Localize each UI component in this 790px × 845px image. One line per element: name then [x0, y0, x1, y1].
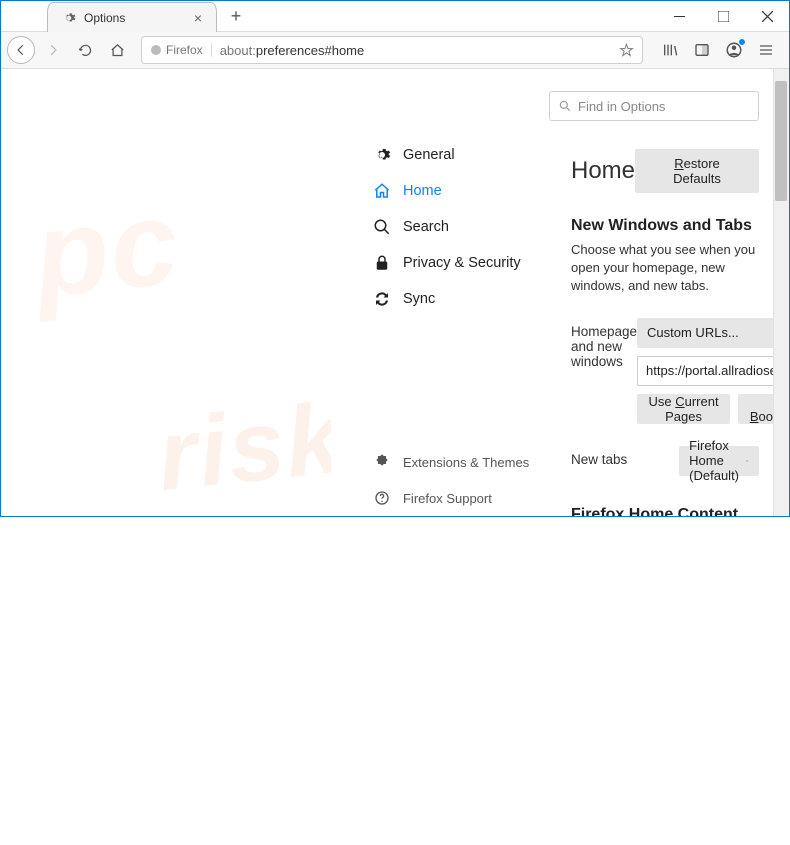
home-icon: [373, 182, 391, 200]
chevron-down-icon: [745, 456, 749, 466]
search-icon: [373, 218, 391, 236]
browser-tab[interactable]: Options ×: [47, 2, 217, 32]
toolbar-right: [653, 39, 783, 61]
sidebar-item-privacy[interactable]: Privacy & Security: [331, 245, 541, 281]
sidebar-item-general[interactable]: General: [331, 137, 541, 173]
section-heading-new-windows: New Windows and Tabs: [571, 217, 759, 235]
sidebar-item-support[interactable]: Firefox Support: [331, 480, 541, 516]
identity-label: Firefox: [166, 43, 203, 57]
search-icon: [558, 99, 572, 113]
close-window-button[interactable]: [745, 1, 789, 31]
sidebar-item-extensions[interactable]: Extensions & Themes: [331, 444, 541, 480]
homepage-url-input[interactable]: [637, 356, 789, 386]
sidebar-item-label: Sync: [403, 291, 435, 307]
new-tab-button[interactable]: +: [223, 3, 249, 29]
preferences-sidebar: General Home Search Privacy & Security: [331, 69, 541, 516]
sidebar-item-label: Home: [403, 183, 442, 199]
lock-icon: [373, 254, 391, 272]
page-title: Home: [571, 157, 635, 185]
sidebar-item-label: Extensions & Themes: [403, 455, 529, 470]
sidebar-icon[interactable]: [691, 39, 713, 61]
find-in-options-input[interactable]: Find in Options: [549, 91, 759, 121]
url-text: about:preferences#home: [220, 43, 619, 58]
tab-label: Options: [84, 11, 190, 25]
minimize-button[interactable]: [657, 1, 701, 31]
homepage-label: Homepage and new windows: [571, 318, 637, 369]
page-header: Home Restore Defaults: [571, 149, 759, 193]
sync-icon: [373, 290, 391, 308]
nav-toolbar: Firefox about:preferences#home: [1, 31, 789, 69]
use-current-pages-button[interactable]: Use Current Pages: [637, 394, 730, 424]
newtabs-label: New tabs: [571, 446, 679, 467]
homepage-dropdown[interactable]: Custom URLs...: [637, 318, 789, 348]
dropdown-value: Custom URLs...: [647, 325, 739, 340]
sidebar-item-label: Search: [403, 219, 449, 235]
puzzle-icon: [373, 453, 391, 471]
home-button[interactable]: [103, 36, 131, 64]
gear-icon: [373, 146, 391, 164]
section-heading-home-content: Firefox Home Content: [571, 506, 759, 516]
firefox-window: Options × +: [0, 0, 790, 517]
main-panel: Find in Options Home Restore Defaults Ne…: [541, 69, 789, 516]
sidebar-item-home[interactable]: Home: [331, 173, 541, 209]
scrollbar-thumb[interactable]: [775, 81, 787, 201]
menu-icon[interactable]: [755, 39, 777, 61]
maximize-button[interactable]: [701, 1, 745, 31]
forward-button[interactable]: [39, 36, 67, 64]
newtabs-dropdown[interactable]: Firefox Home (Default): [679, 446, 759, 476]
sidebar-item-search[interactable]: Search: [331, 209, 541, 245]
close-tab-button[interactable]: ×: [190, 10, 206, 26]
newtabs-row: New tabs Firefox Home (Default): [571, 446, 759, 476]
identity-box[interactable]: Firefox: [150, 43, 212, 57]
reload-button[interactable]: [71, 36, 99, 64]
sidebar-item-sync[interactable]: Sync: [331, 281, 541, 317]
back-button[interactable]: [7, 36, 35, 64]
url-bar[interactable]: Firefox about:preferences#home: [141, 36, 643, 64]
sidebar-item-label: Privacy & Security: [403, 255, 521, 271]
find-placeholder: Find in Options: [578, 99, 665, 114]
dropdown-value: Firefox Home (Default): [689, 438, 745, 483]
homepage-row: Homepage and new windows Custom URLs... …: [571, 318, 759, 424]
help-icon: [373, 489, 391, 507]
sidebar-item-label: Firefox Support: [403, 491, 492, 506]
window-controls: [657, 1, 789, 31]
firefox-logo-icon: [150, 44, 162, 56]
library-icon[interactable]: [659, 39, 681, 61]
scrollbar[interactable]: [773, 69, 789, 516]
bookmark-star-icon[interactable]: [619, 43, 634, 58]
sidebar-footer: Extensions & Themes Firefox Support: [331, 444, 541, 516]
titlebar: Options × +: [1, 1, 789, 31]
gear-icon: [62, 11, 76, 25]
sidebar-item-label: General: [403, 147, 455, 163]
section-desc-new-windows: Choose what you see when you open your h…: [571, 241, 759, 296]
restore-defaults-button[interactable]: Restore Defaults: [635, 149, 759, 193]
account-icon[interactable]: [723, 39, 745, 61]
watermark: pc: [28, 173, 218, 633]
content-area: pc risk General Home Search: [1, 69, 789, 516]
